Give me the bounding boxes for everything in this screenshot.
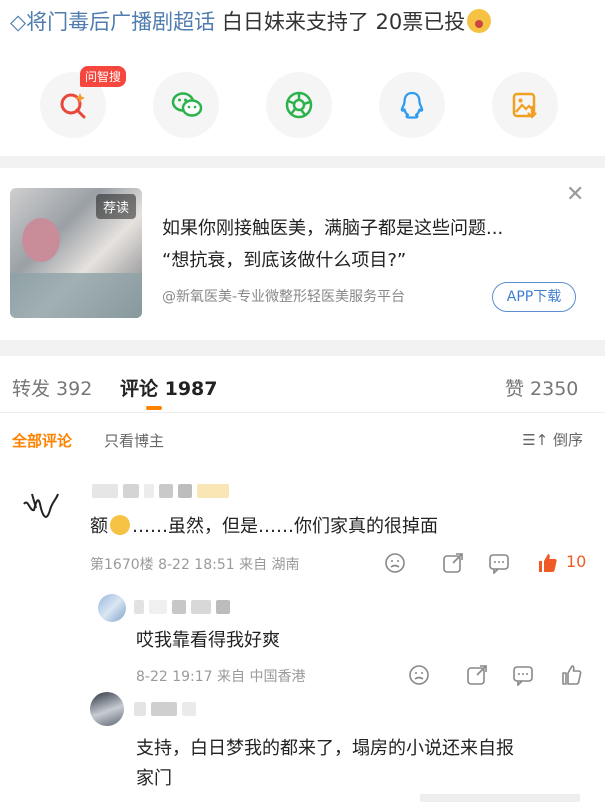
moments-icon (285, 91, 313, 119)
filter-all-comments[interactable]: 全部评论 (12, 430, 72, 451)
handwriting-avatar-icon (23, 493, 59, 518)
tab-comments[interactable]: 评论 1987 (120, 374, 218, 401)
section-divider (0, 340, 605, 356)
topic-text: 白日妹来支持了 20票已投 (221, 10, 466, 34)
diamond-icon: ◇ (10, 10, 27, 34)
ad-subtitle[interactable]: “想抗衰，到底该做什么项目?” (162, 246, 406, 272)
dislike-icon[interactable] (384, 552, 406, 578)
sort-icon: ☰↑ (522, 431, 549, 449)
username-blurred[interactable] (134, 698, 197, 717)
comment-text-line-1: 支持，白日梦我的都来了，塌房的小说还来自报 (136, 738, 514, 759)
share-icon[interactable] (442, 552, 464, 578)
save-image-button[interactable] (492, 72, 558, 138)
comment-text: 额 ……虽然，但是……你们家真的很掉面 (90, 515, 438, 537)
comment-item: 哎我靠看得我好爽 8-22 19:17 来自 中国香港 (0, 588, 605, 688)
username-blurred[interactable] (92, 480, 230, 499)
topic-line: ◇将门毒后广播剧超话 白日妹来支持了 20票已投 (10, 6, 492, 36)
app-download-button[interactable]: APP下载 (492, 282, 576, 312)
footer-edge (0, 792, 605, 804)
save-image-icon (512, 92, 537, 119)
tab-repost[interactable]: 转发 392 (12, 374, 92, 401)
comment-text-line-2: 家门 (136, 768, 172, 789)
username-blurred[interactable] (134, 596, 231, 615)
comment-filter-bar: 全部评论 只看博主 ☰↑ 倒序 (0, 420, 605, 456)
comment-item: 额 ……虽然，但是……你们家真的很掉面 第1670楼 8-22 18:51 来自 … (0, 470, 605, 580)
sweat-emoji-icon (110, 515, 130, 535)
ad-thumbnail[interactable]: 荐读 (10, 188, 142, 318)
divider (0, 412, 605, 413)
avatar[interactable] (90, 692, 124, 726)
comment-meta: 第1670楼 8-22 18:51 来自 湖南 (90, 557, 300, 573)
comment-meta: 8-22 19:17 来自 中国香港 (136, 669, 306, 685)
reply-icon[interactable] (512, 664, 534, 690)
zhisou-search-button[interactable]: 问智搜 (40, 66, 127, 138)
filter-author-only[interactable]: 只看博主 (104, 430, 164, 451)
reply-icon[interactable] (488, 552, 510, 578)
moments-share-button[interactable] (266, 72, 332, 138)
comment-text: 哎我靠看得我好爽 (136, 630, 280, 651)
avatar[interactable] (98, 594, 126, 622)
topic-link[interactable]: 将门毒后广播剧超话 (26, 10, 215, 34)
qq-share-button[interactable] (379, 72, 445, 138)
like-icon[interactable] (560, 664, 582, 690)
qq-icon (400, 91, 424, 119)
zhisou-badge: 问智搜 (80, 66, 127, 87)
like-count: 10 (566, 552, 587, 571)
dislike-icon[interactable] (408, 664, 430, 690)
wechat-share-button[interactable] (153, 72, 219, 138)
like-icon[interactable] (536, 552, 558, 578)
ad-tag: 荐读 (95, 194, 136, 219)
sort-button[interactable]: ☰↑ 倒序 (522, 429, 583, 450)
interaction-tabs: 转发 392 评论 1987 赞 2350 (0, 356, 605, 412)
share-row: 问智搜 (0, 66, 605, 140)
shocked-emoji-icon (467, 9, 492, 33)
section-divider (0, 156, 605, 168)
share-icon[interactable] (466, 664, 488, 690)
active-tab-indicator (146, 406, 162, 410)
comment-item: 支持，白日梦我的都来了，塌房的小说还来自报 家门 (0, 690, 605, 794)
ad-card[interactable]: 荐读 如果你刚接触医美，满脑子都是这些问题... “想抗衰，到底该做什么项目?”… (0, 168, 605, 340)
ad-source: @新氧医美-专业微整形轻医美服务平台 (162, 289, 406, 305)
wechat-icon (171, 92, 203, 117)
tab-likes[interactable]: 赞 2350 (505, 374, 578, 401)
avatar[interactable] (18, 484, 64, 530)
search-icon (60, 93, 86, 119)
sort-label: 倒序 (552, 431, 583, 449)
ad-title[interactable]: 如果你刚接触医美，满脑子都是这些问题... (162, 214, 503, 240)
close-icon[interactable]: ✕ (566, 182, 584, 207)
